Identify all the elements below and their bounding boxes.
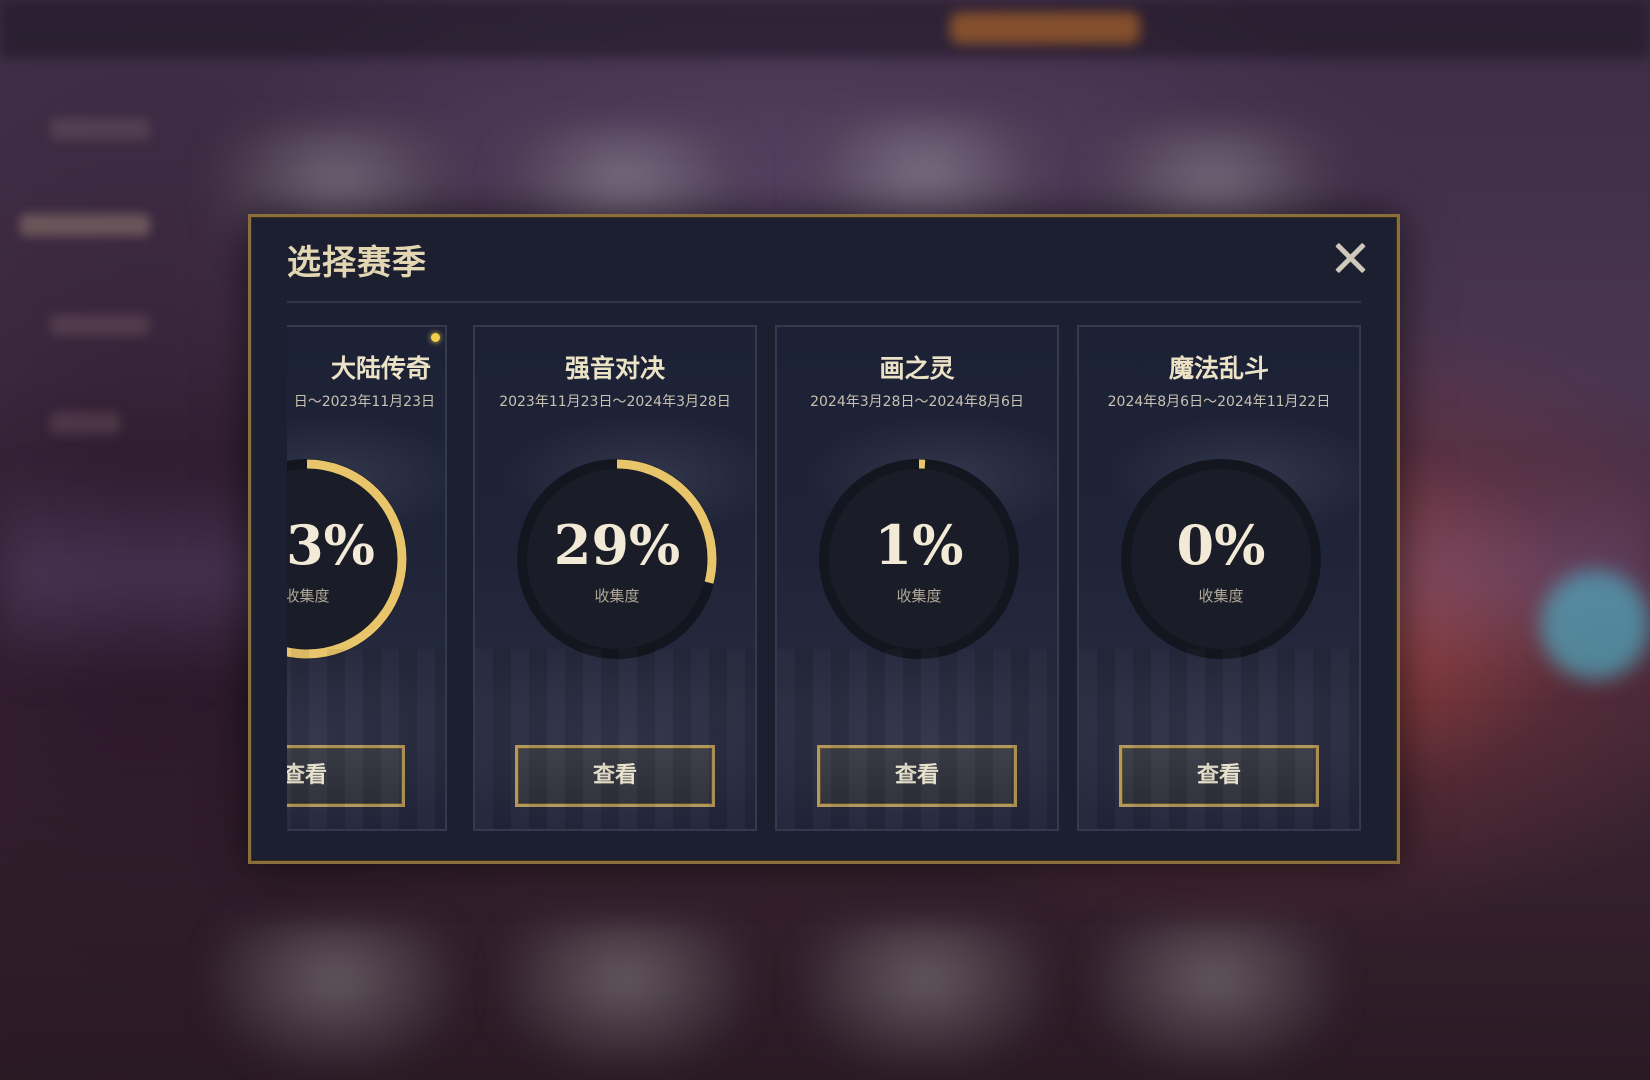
dialog-title: 选择赛季 — [287, 243, 427, 283]
collection-label: 收集度 — [594, 587, 640, 605]
collection-percent: 0% — [1176, 513, 1266, 577]
view-button[interactable]: 查看 — [287, 745, 405, 807]
background-sidebar-item — [50, 412, 120, 434]
season-date: 日～2023年11月23日 — [293, 394, 435, 410]
close-icon[interactable] — [1333, 241, 1367, 275]
season-card[interactable]: 画之灵 2024年3月28日～2024年8月6日 1% 收集度 查看 — [775, 325, 1059, 831]
collection-label: 收集度 — [1198, 587, 1244, 605]
season-date: 2024年3月28日～2024年8月6日 — [810, 394, 1024, 410]
background-tile — [500, 920, 750, 1070]
season-card[interactable]: 强音对决 2023年11月23日～2024年3月28日 29% 收集度 查看 — [473, 325, 757, 831]
season-name: 强音对决 — [564, 354, 665, 383]
collection-label: 收集度 — [287, 587, 330, 605]
view-button[interactable]: 查看 — [817, 745, 1017, 807]
season-date: 2023年11月23日～2024年3月28日 — [499, 394, 731, 410]
background-sidebar-item — [50, 118, 150, 140]
background-top-bar — [0, 0, 1650, 58]
view-button[interactable]: 查看 — [515, 745, 715, 807]
divider — [287, 301, 1361, 303]
notification-dot — [431, 333, 440, 342]
background-teal-orb — [1540, 570, 1650, 680]
collection-progress-ring: 0% 收集度 — [1119, 457, 1323, 661]
collection-percent: 29% — [553, 513, 681, 577]
season-select-dialog: 选择赛季 大陆传奇 日～2023年11月23日 3% 收集度 查看 强音对决 2… — [248, 214, 1400, 864]
view-button[interactable]: 查看 — [1119, 745, 1319, 807]
background-sidebar-item-active — [20, 214, 150, 236]
season-carousel[interactable]: 大陆传奇 日～2023年11月23日 3% 收集度 查看 强音对决 2023年1… — [287, 325, 1367, 833]
season-card[interactable]: 大陆传奇 日～2023年11月23日 3% 收集度 查看 — [287, 325, 447, 831]
background-tile — [210, 920, 460, 1070]
collection-progress-ring: 29% 收集度 — [515, 457, 719, 661]
collection-percent: 3% — [287, 513, 375, 577]
season-name: 画之灵 — [879, 354, 955, 383]
background-sidebar-item — [50, 314, 150, 336]
season-name: 魔法乱斗 — [1168, 354, 1269, 383]
collection-progress-ring: 1% 收集度 — [817, 457, 1021, 661]
season-card[interactable]: 魔法乱斗 2024年8月6日～2024年11月22日 0% 收集度 查看 — [1077, 325, 1361, 831]
background-currency-pill — [950, 12, 1140, 44]
background-tile — [800, 920, 1050, 1070]
collection-percent: 1% — [874, 513, 964, 577]
collection-label: 收集度 — [896, 587, 942, 605]
collection-progress-ring: 3% 收集度 — [287, 457, 409, 661]
season-date: 2024年8月6日～2024年11月22日 — [1107, 394, 1331, 410]
season-name: 大陆传奇 — [330, 354, 431, 383]
background-tile — [1090, 920, 1340, 1070]
